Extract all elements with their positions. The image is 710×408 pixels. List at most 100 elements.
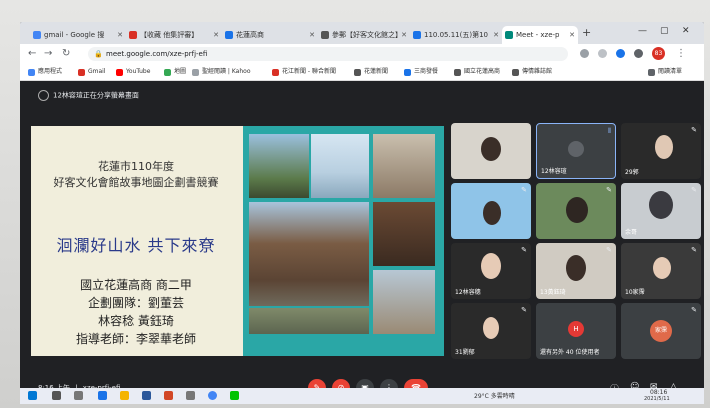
mic-off-icon: ✎ <box>521 246 527 254</box>
bookmark-maps[interactable]: 地圖 <box>164 66 186 78</box>
close-icon[interactable]: ✕ <box>493 26 499 44</box>
slide-photo-collage <box>243 126 444 356</box>
maximize-icon[interactable]: ▢ <box>660 26 669 36</box>
presenting-text: 12林容瑄正在分享螢幕畫面 <box>53 91 139 100</box>
chrome-icon[interactable] <box>208 391 217 400</box>
reading-list[interactable]: 閱讀清單 <box>648 66 682 78</box>
weather-widget[interactable]: 29°C 多雲時晴 <box>474 391 515 400</box>
participant-video <box>655 135 673 159</box>
back-icon[interactable]: ← <box>28 48 36 59</box>
speaking-icon: ⦀ <box>607 127 611 135</box>
gmail-icon <box>78 69 85 76</box>
browser-tab-2[interactable]: 【收藏 他集評審】 ✕ <box>126 26 222 44</box>
clock-date[interactable]: 2021/5/11 <box>644 396 670 402</box>
mic-off-icon: ✎ <box>521 186 527 194</box>
slide-main-title: 洄瀾好山水 共下來尞 <box>56 236 216 255</box>
close-icon[interactable]: ✕ <box>213 26 219 44</box>
search-icon[interactable] <box>580 49 589 58</box>
shared-screen: 花蓮市110年度 好客文化會館故事地圖企劃書競賽 洄瀾好山水 共下來尞 國立花蓮… <box>31 126 444 356</box>
participant-tile[interactable]: 家霈 ✎ <box>621 303 701 359</box>
tab-label: 參郵【好客文化館之】 <box>332 31 402 39</box>
participant-tile[interactable]: ✎ 13黃鈺琦 <box>536 243 616 299</box>
participant-tile[interactable]: ✎ 29郭 <box>621 123 701 179</box>
browser-tab-5[interactable]: 110.05.11(五)第10 ✕ <box>410 26 502 44</box>
extension-icon[interactable] <box>616 49 625 58</box>
more-participants-tile[interactable]: H 還有另外 40 位使用者 <box>536 303 616 359</box>
bookmark-label: 花蓮新聞 <box>364 68 389 75</box>
close-icon[interactable]: ✕ <box>117 26 123 44</box>
close-icon[interactable]: ✕ <box>401 26 407 44</box>
puzzle-icon[interactable] <box>634 49 643 58</box>
globe-icon <box>321 31 329 39</box>
participant-tile[interactable] <box>451 123 531 179</box>
app-icon[interactable] <box>186 391 195 400</box>
profile-avatar[interactable]: 83 <box>652 47 665 60</box>
participant-tile[interactable]: ✎ <box>451 183 531 239</box>
photo-sculpture <box>373 134 435 198</box>
start-icon[interactable] <box>28 391 37 400</box>
browser-tab-1[interactable]: gmail - Google 搜 ✕ <box>30 26 126 44</box>
more-participants-label: 還有另外 40 位使用者 <box>540 349 600 356</box>
line-icon[interactable] <box>230 391 239 400</box>
participant-tile[interactable]: ✎ 31劉郁 <box>451 303 531 359</box>
mic-off-icon: ✎ <box>691 306 697 314</box>
star-icon[interactable] <box>598 49 607 58</box>
bookmark-magazine[interactable]: 傳情雜誌館 <box>512 66 552 78</box>
word-icon[interactable] <box>142 391 151 400</box>
bookmark-school[interactable]: 國立花蓮高商 <box>454 66 500 78</box>
participant-video <box>481 137 501 161</box>
browser-tab-meet[interactable]: Meet - xze-p ✕ <box>502 26 578 44</box>
folder-icon[interactable] <box>120 391 129 400</box>
search-icon[interactable] <box>52 391 61 400</box>
url-field[interactable]: 🔒 meet.google.com/xze-prfj-efi <box>88 47 568 61</box>
clock-time[interactable]: 08:16 <box>650 389 667 396</box>
new-tab-button[interactable]: + <box>582 26 591 39</box>
participant-name: 13黃鈺琦 <box>540 289 566 296</box>
bookmark-meal[interactable]: 三商發餐 <box>404 66 438 78</box>
bookmarks-bar: 應用程式 Gmail YouTube 地圖 聖經閱讀 | Kahoo 花江新聞 … <box>20 64 704 81</box>
close-icon[interactable]: ✕ <box>569 26 575 44</box>
participant-tile-presenter[interactable]: ⦀ 12林容瑄 <box>536 123 616 179</box>
bookmark-news1[interactable]: 花江新聞 - 聯合新聞 <box>272 66 336 78</box>
participant-video <box>566 197 588 223</box>
bookmark-gmail[interactable]: Gmail <box>78 66 106 78</box>
close-window-icon[interactable]: ✕ <box>682 26 690 36</box>
bookmark-label: 應用程式 <box>38 68 63 75</box>
photo-street <box>373 270 435 334</box>
participant-tile[interactable]: ✎ <box>536 183 616 239</box>
task-view-icon[interactable] <box>74 391 83 400</box>
forward-icon[interactable]: → <box>44 48 52 59</box>
bookmark-news2[interactable]: 花蓮新聞 <box>354 66 388 78</box>
tab-label: Meet - xze-p <box>516 31 560 39</box>
lock-icon: 🔒 <box>94 50 103 58</box>
mic-off-icon: ✎ <box>521 306 527 314</box>
participant-avatar: H <box>568 321 584 337</box>
maps-icon <box>164 69 171 76</box>
minimize-icon[interactable]: — <box>638 26 647 36</box>
youtube-icon <box>116 69 123 76</box>
bookmark-youtube[interactable]: YouTube <box>116 66 150 78</box>
reload-icon[interactable]: ↻ <box>62 48 70 59</box>
bookmark-apps[interactable]: 應用程式 <box>28 66 62 78</box>
slide-members: 林容稔 黃鈺琦 <box>98 314 174 328</box>
globe-icon <box>354 69 361 76</box>
url-text: meet.google.com/xze-prfj-efi <box>106 50 208 58</box>
globe-icon <box>512 69 519 76</box>
menu-icon[interactable]: ⋮ <box>676 48 686 59</box>
photo-house <box>249 134 309 198</box>
google-icon <box>33 31 41 39</box>
powerpoint-icon[interactable] <box>164 391 173 400</box>
participant-tile[interactable]: ✎ 余哥 <box>621 183 701 239</box>
close-icon[interactable]: ✕ <box>309 26 315 44</box>
participant-name: 29郭 <box>625 169 639 176</box>
browser-tab-3[interactable]: 花蓮高商 ✕ <box>222 26 318 44</box>
participant-tile[interactable]: ✎ 12林容穗 <box>451 243 531 299</box>
mic-off-icon: ✎ <box>606 246 612 254</box>
participant-video <box>481 253 501 279</box>
slide-team: 企劃團隊：劉董芸 <box>87 296 184 310</box>
edge-icon[interactable] <box>98 391 107 400</box>
participant-video <box>653 257 671 279</box>
browser-tab-4[interactable]: 參郵【好客文化館之】 ✕ <box>318 26 410 44</box>
participant-tile[interactable]: ✎ 10家霈 <box>621 243 701 299</box>
bookmark-kahoot[interactable]: 聖經閱讀 | Kahoo <box>192 66 251 78</box>
